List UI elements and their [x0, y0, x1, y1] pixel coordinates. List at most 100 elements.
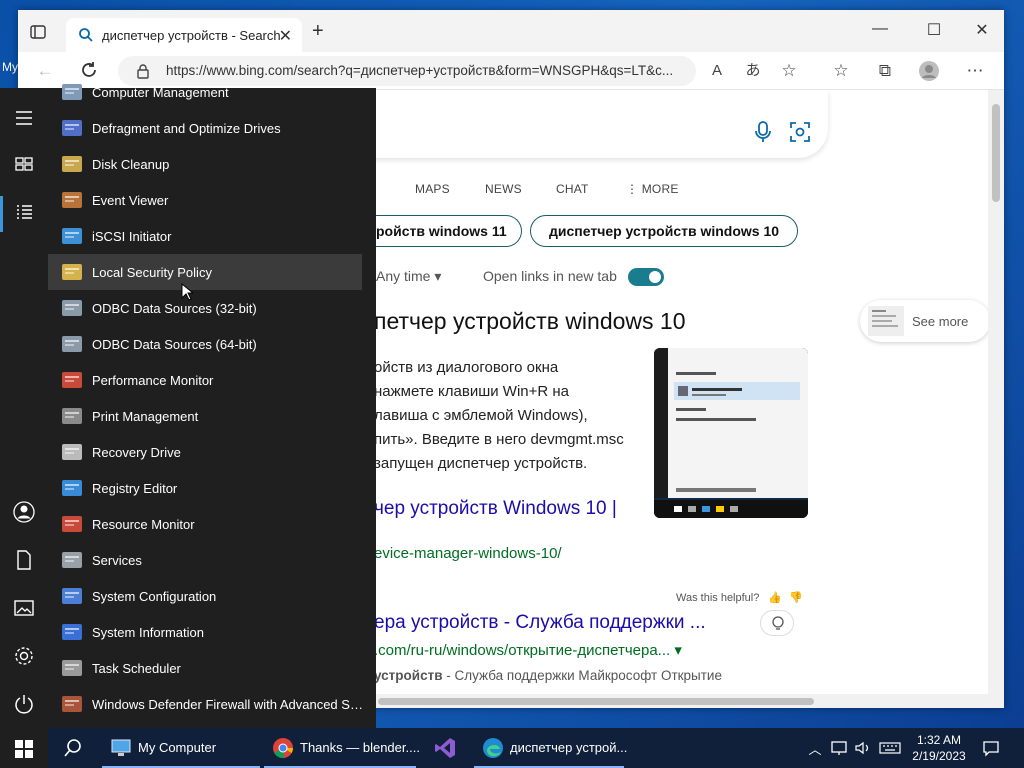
scrollbar-thumb[interactable]: [378, 698, 814, 705]
read-aloud-icon[interactable]: A: [706, 60, 728, 82]
nav-chat[interactable]: CHAT: [556, 182, 589, 196]
favorites-icon[interactable]: ☆: [830, 60, 852, 82]
tiles-icon[interactable]: [12, 152, 36, 176]
user-icon[interactable]: [12, 500, 36, 524]
network-icon[interactable]: [830, 739, 848, 757]
nav-maps[interactable]: MAPS: [415, 182, 450, 196]
search-icon: [78, 27, 94, 43]
thumbs-down-icon[interactable]: 👎: [789, 592, 803, 604]
time-filter[interactable]: Any time ▾: [376, 268, 441, 285]
app-item[interactable]: Print Management: [48, 398, 362, 434]
settings-gear-icon[interactable]: [12, 644, 36, 668]
app-item[interactable]: Registry Editor: [48, 470, 362, 506]
app-item[interactable]: Defragment and Optimize Drives: [48, 110, 362, 146]
answer-url[interactable]: evice-manager-windows-10/: [374, 545, 562, 562]
keyboard-icon[interactable]: [878, 739, 902, 757]
app-item[interactable]: Services: [48, 542, 362, 578]
services-icon: [60, 548, 84, 572]
documents-icon[interactable]: [12, 548, 36, 572]
taskbar-item-label: My Computer: [138, 740, 217, 755]
new-tab-button[interactable]: +: [312, 21, 324, 41]
answer-link[interactable]: чер устройств Windows 10 |: [374, 498, 617, 520]
answer-line: лавиша с эмблемой Windows),: [374, 407, 588, 424]
start-button[interactable]: [0, 728, 48, 768]
see-more-button[interactable]: See more: [860, 300, 988, 342]
collections-icon[interactable]: ⧉: [874, 60, 896, 82]
app-item-label: System Configuration: [92, 589, 217, 604]
show-hidden-icons-icon[interactable]: ︿: [806, 739, 824, 757]
profile-icon[interactable]: [918, 60, 940, 82]
minimize-button[interactable]: —: [870, 20, 890, 38]
taskbar-item-label: Thanks — blender....: [300, 740, 420, 755]
app-item[interactable]: System Information: [48, 614, 362, 650]
tab-actions-icon[interactable]: [28, 22, 48, 42]
helpful-prompt: Was this helpful? 👍 👎: [676, 591, 803, 604]
nav-more[interactable]: ⋮ MORE: [626, 182, 679, 196]
open-links-toggle[interactable]: [628, 268, 664, 286]
translate-icon[interactable]: あ: [742, 60, 764, 82]
app-item[interactable]: Resource Monitor: [48, 506, 362, 542]
app-item[interactable]: Computer Management: [48, 74, 362, 110]
result-snippet: устройств - Служба поддержки Майкрософт …: [374, 668, 722, 683]
taskbar-item-edge[interactable]: диспетчер устрой...: [474, 728, 627, 768]
app-item[interactable]: iSCSI Initiator: [48, 218, 362, 254]
app-item[interactable]: Disk Cleanup: [48, 146, 362, 182]
answer-line: пить». Введите в него devmgmt.msc: [374, 431, 624, 448]
app-item-label: Disk Cleanup: [92, 157, 170, 172]
app-item-label: System Information: [92, 625, 204, 640]
defragment-icon: [60, 116, 84, 140]
pictures-icon[interactable]: [12, 596, 36, 620]
tab-title: диспетчер устройств - Search: [102, 28, 281, 43]
taskbar-item-my-computer[interactable]: My Computer: [102, 728, 260, 768]
volume-icon[interactable]: [854, 739, 872, 757]
result-title[interactable]: ера устройств - Служба поддержки ...: [374, 612, 706, 634]
result-url[interactable]: .com/ru-ru/windows/открытие-диспетчера..…: [374, 641, 682, 659]
app-item-label: ODBC Data Sources (64-bit): [92, 337, 257, 352]
app-item[interactable]: System Configuration: [48, 578, 362, 614]
search-box[interactable]: [318, 90, 828, 158]
related-chip-windows-10[interactable]: диспетчер устройств windows 10: [530, 215, 799, 247]
nav-news[interactable]: NEWS: [485, 182, 522, 196]
app-item[interactable]: Windows Defender Firewall with Advanced …: [48, 686, 364, 722]
close-tab-icon[interactable]: ✕: [279, 26, 292, 46]
system-information-icon: [60, 620, 84, 644]
add-favorite-icon[interactable]: ☆: [778, 60, 800, 82]
start-menu: Computer Management Defragment and Optimi…: [0, 84, 376, 728]
taskbar-clock[interactable]: 1:32 AM 2/19/2023: [906, 732, 972, 764]
visual-search-icon[interactable]: [790, 122, 810, 142]
app-item-label: Print Management: [92, 409, 199, 424]
power-icon[interactable]: [12, 692, 36, 716]
notifications-icon[interactable]: [982, 739, 1000, 757]
app-item[interactable]: Performance Monitor: [48, 362, 362, 398]
app-item-label: Defragment and Optimize Drives: [92, 121, 281, 136]
all-apps-icon[interactable]: [12, 200, 36, 224]
scrollbar-thumb[interactable]: [992, 104, 1000, 202]
taskbar: My Computer Thanks — blender.... диспетч…: [0, 728, 1024, 768]
app-item-label: iSCSI Initiator: [92, 229, 172, 244]
more-menu-icon[interactable]: ⋯: [964, 60, 986, 82]
taskbar-item-chrome[interactable]: Thanks — blender....: [264, 728, 420, 768]
start-menu-rail: [0, 88, 48, 728]
microphone-icon[interactable]: [754, 120, 772, 144]
system-configuration-icon: [60, 584, 84, 608]
app-item[interactable]: Recovery Drive: [48, 434, 362, 470]
taskbar-item-visual-studio[interactable]: [424, 728, 468, 768]
answer-title: петчер устройств windows 10: [374, 308, 686, 334]
odbc-icon: [60, 332, 84, 356]
thumbs-up-icon[interactable]: 👍: [768, 592, 782, 604]
lightbulb-icon[interactable]: [760, 610, 794, 636]
app-item[interactable]: ODBC Data Sources (32-bit): [48, 290, 362, 326]
tab-bing-search[interactable]: диспетчер устройств - Search ✕: [66, 18, 302, 52]
app-item[interactable]: Task Scheduler: [48, 650, 362, 686]
taskbar-search-icon[interactable]: [54, 728, 90, 768]
maximize-button[interactable]: ☐: [924, 20, 944, 40]
close-window-button[interactable]: ✕: [972, 20, 992, 40]
vertical-scrollbar[interactable]: [988, 90, 1004, 694]
app-item[interactable]: ODBC Data Sources (64-bit): [48, 326, 362, 362]
disk-cleanup-icon: [60, 152, 84, 176]
app-item[interactable]: Event Viewer: [48, 182, 362, 218]
my-computer-icon: [110, 737, 132, 759]
answer-thumbnail[interactable]: [654, 348, 808, 518]
hamburger-menu-icon[interactable]: [12, 106, 36, 130]
app-item[interactable]: Local Security Policy: [48, 254, 362, 290]
